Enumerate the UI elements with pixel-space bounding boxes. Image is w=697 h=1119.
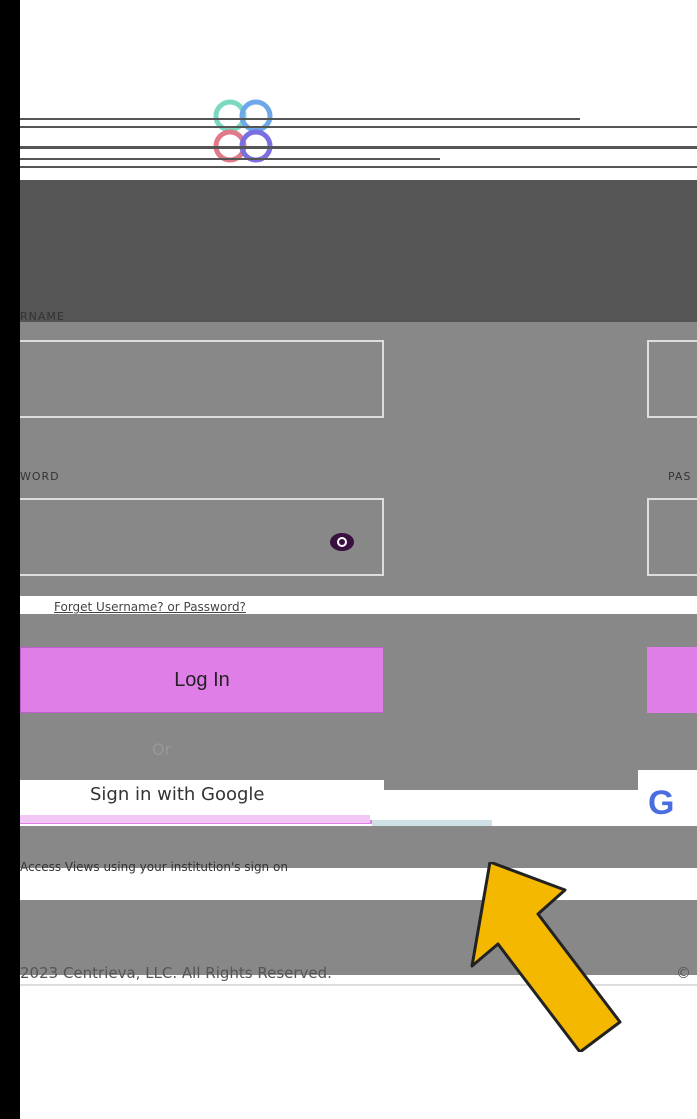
- password-label-right: PAS: [668, 470, 692, 483]
- glitch-stripe: [20, 815, 370, 823]
- header-divider: [20, 158, 440, 160]
- header-divider: [20, 146, 697, 149]
- or-divider: Or: [152, 740, 172, 759]
- arrow-up-left-icon: [470, 862, 622, 1052]
- copyright-text-right: ©: [676, 964, 691, 982]
- google-signin-label: Sign in with Google: [90, 784, 265, 805]
- google-g-icon: G: [648, 784, 675, 822]
- google-button-right[interactable]: G: [638, 770, 697, 822]
- header-divider: [20, 166, 697, 168]
- username-input[interactable]: [20, 340, 384, 418]
- header: [20, 90, 697, 180]
- sso-note[interactable]: Access Views using your institution's si…: [20, 860, 288, 874]
- eye-icon[interactable]: [328, 528, 356, 556]
- login-button-right[interactable]: [647, 647, 697, 713]
- password-input-right[interactable]: [647, 498, 697, 576]
- login-button[interactable]: Log In: [20, 647, 384, 713]
- logo-icon: [213, 99, 273, 163]
- password-label: WORD: [20, 470, 60, 483]
- screen-frame: RNAME WORD PAS Forget Username? or Passw…: [20, 0, 697, 1119]
- header-divider: [20, 126, 697, 128]
- copyright-text: 2023 Centrieva, LLC. All Rights Reserved…: [20, 964, 332, 982]
- banner: [20, 180, 697, 322]
- forgot-link[interactable]: Forget Username? or Password?: [54, 600, 246, 614]
- username-input-right[interactable]: [647, 340, 697, 418]
- header-divider: [20, 118, 580, 120]
- username-label: RNAME: [20, 310, 65, 323]
